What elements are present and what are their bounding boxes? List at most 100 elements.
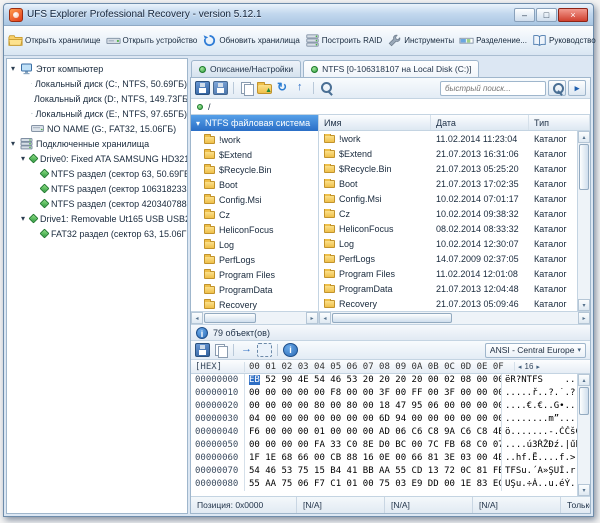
hex-bytes[interactable]: 55 AA 75 06 F7 C1 01 00 75 03 E9 DD 00 1… <box>245 478 501 491</box>
hex-bytes[interactable]: F6 00 00 00 01 00 00 00 AD 06 C6 C8 9A C… <box>245 426 501 439</box>
column-header-type[interactable]: Тип <box>529 115 590 130</box>
fs-folder-item[interactable]: Cz <box>191 207 318 222</box>
search-button[interactable] <box>548 80 566 96</box>
hex-ascii[interactable]: ........m”...... <box>501 413 577 426</box>
tree-item-disk[interactable]: Локальный диск (C:, NTFS, 50.69ГБ) <box>7 76 187 91</box>
fs-folder-item[interactable]: !work <box>191 132 318 147</box>
scroll-thumb[interactable] <box>579 144 589 190</box>
hex-ascii[interactable]: ....€.€..G•..... <box>501 400 577 413</box>
scroll-down-button[interactable]: ▾ <box>578 484 590 496</box>
table-row[interactable]: ProgramData 21.07.2013 12:04:48 Каталог <box>319 281 577 296</box>
selected-byte[interactable]: EB <box>249 375 260 385</box>
refresh-icon[interactable] <box>275 80 290 95</box>
tree-item-storages[interactable]: ▾ Подключенные хранилища <box>7 136 187 151</box>
hex-vscroll[interactable]: ▴ ▾ <box>577 374 590 496</box>
file-list-vscroll[interactable]: ▴ ▾ <box>577 131 590 311</box>
tree-item-disk[interactable]: Локальный диск (E:, NTFS, 97.65ГБ) <box>7 106 187 121</box>
hex-ascii[interactable]: UŞu.÷Á..u.éÝ...ě <box>501 478 577 491</box>
select-block-icon[interactable] <box>257 343 272 357</box>
hex-row[interactable]: 00000020 00 00 00 00 80 00 80 00 18 47 9… <box>191 400 577 413</box>
find-icon[interactable] <box>319 81 334 95</box>
fs-folder-item[interactable]: Log <box>191 237 318 252</box>
hex-copy-icon[interactable] <box>213 343 228 358</box>
fs-folder-item[interactable]: Config.Msi <box>191 192 318 207</box>
open-device-button[interactable]: Открыть устройство <box>104 31 200 50</box>
titlebar[interactable]: UFS Explorer Professional Recovery - ver… <box>4 4 593 26</box>
table-row[interactable]: $Recycle.Bin 21.07.2013 05:25:20 Каталог <box>319 161 577 176</box>
chevron-down-icon[interactable]: ▾ <box>9 139 17 148</box>
copy-icon[interactable] <box>239 81 254 96</box>
fs-folder-item[interactable]: $Recycle.Bin <box>191 162 318 177</box>
hex-row[interactable]: 00000060 1F 1E 68 66 00 CB 88 16 0E 00 6… <box>191 452 577 465</box>
tree-item-disk[interactable]: Локальный диск (D:, NTFS, 149.73ГБ) <box>7 91 187 106</box>
hex-bytes[interactable]: 00 00 00 00 80 00 80 00 18 47 95 06 00 0… <box>245 400 501 413</box>
chevron-down-icon[interactable]: ▾ <box>19 154 27 163</box>
breadcrumb[interactable]: / <box>191 99 590 115</box>
bytes-per-row-increase-button[interactable]: ▸ <box>536 363 540 371</box>
hex-row[interactable]: 00000010 00 00 00 00 00 F8 00 00 3F 00 F… <box>191 387 577 400</box>
hex-bytes[interactable]: 00 00 00 00 00 F8 00 00 3F 00 FF 00 3F 0… <box>245 387 501 400</box>
chevron-down-icon[interactable]: ▾ <box>9 64 17 73</box>
close-button[interactable]: × <box>558 7 588 22</box>
hex-ascii[interactable]: ....ú3ŔŽĐź.|űhŔ. <box>501 439 577 452</box>
tree-item-drive1[interactable]: ▾ Drive1: Removable Ut165 USB USB2Flash.… <box>7 211 187 226</box>
table-row[interactable]: PerfLogs 14.07.2009 02:37:05 Каталог <box>319 251 577 266</box>
table-row[interactable]: Boot 21.07.2013 17:02:35 Каталог <box>319 176 577 191</box>
maximize-button[interactable]: □ <box>536 7 557 22</box>
scroll-right-button[interactable]: ▸ <box>306 312 318 324</box>
fs-folder-item[interactable]: HeliconFocus <box>191 222 318 237</box>
tree-item-computer[interactable]: ▾ Этот компьютер <box>7 61 187 76</box>
hex-rows[interactable]: 00000000 EB 52 90 4E 54 46 53 20 20 20 2… <box>191 374 577 496</box>
fs-folder-item[interactable]: Boot <box>191 177 318 192</box>
advanced-search-button[interactable]: ▸ <box>568 80 586 96</box>
scroll-down-button[interactable]: ▾ <box>578 299 590 311</box>
tree-item-disk[interactable]: NO NAME (G:, FAT32, 15.06ГБ) <box>7 121 187 136</box>
fs-tree-hscroll[interactable]: ◂ ▸ <box>191 311 318 324</box>
fs-folder-item[interactable]: $Extend <box>191 147 318 162</box>
hex-row[interactable]: 00000070 54 46 53 75 15 B4 41 BB AA 55 C… <box>191 465 577 478</box>
scroll-up-button[interactable]: ▴ <box>578 131 590 143</box>
hex-row[interactable]: 00000040 F6 00 00 00 01 00 00 00 AD 06 C… <box>191 426 577 439</box>
file-list-hscroll[interactable]: ◂ ▸ <box>319 311 590 324</box>
scroll-left-button[interactable]: ◂ <box>191 312 203 324</box>
table-row[interactable]: Recovery 21.07.2013 05:09:46 Каталог <box>319 296 577 311</box>
hex-bytes[interactable]: EB 52 90 4E 54 46 53 20 20 20 20 00 02 0… <box>245 374 501 387</box>
open-storage-button[interactable]: Открыть хранилище <box>6 31 103 50</box>
hex-bytes[interactable]: 54 46 53 75 15 B4 41 BB AA 55 CD 13 72 0… <box>245 465 501 478</box>
tree-item-partition[interactable]: NTFS раздел (сектор 63, 50.69ГБ) <box>7 166 187 181</box>
hex-bytes[interactable]: 04 00 00 00 00 00 00 00 6D 94 00 00 00 0… <box>245 413 501 426</box>
table-row[interactable]: !work 11.02.2014 11:23:04 Каталог <box>319 131 577 146</box>
parent-folder-icon[interactable] <box>293 81 308 95</box>
refresh-storages-button[interactable]: Обновить хранилища <box>200 31 301 50</box>
chevron-down-icon[interactable]: ▾ <box>19 214 27 223</box>
chevron-down-icon[interactable]: ▾ <box>194 119 202 128</box>
scroll-up-button[interactable]: ▴ <box>578 374 590 386</box>
fs-folder-item[interactable]: PerfLogs <box>191 252 318 267</box>
build-raid-button[interactable]: Построить RAID <box>303 31 384 50</box>
scroll-left-button[interactable]: ◂ <box>319 312 331 324</box>
fs-root-node[interactable]: ▾ NTFS файловая система <box>191 115 318 131</box>
save-icon[interactable] <box>195 81 210 95</box>
hex-row[interactable]: 00000080 55 AA 75 06 F7 C1 01 00 75 03 E… <box>191 478 577 491</box>
table-row[interactable]: Cz 10.02.2014 09:38:32 Каталог <box>319 206 577 221</box>
table-row[interactable]: Log 10.02.2014 12:30:07 Каталог <box>319 236 577 251</box>
tree-item-drive0[interactable]: ▾ Drive0: Fixed ATA SAMSUNG HD321KJ <box>7 151 187 166</box>
tree-item-partition[interactable]: FAT32 раздел (сектор 63, 15.06ГБ) <box>7 226 187 241</box>
tab-ntfs-partition[interactable]: NTFS [0-106318107 на Local Disk (C:)] <box>303 60 480 77</box>
hex-info-icon[interactable] <box>283 343 298 357</box>
hex-row[interactable]: 00000030 04 00 00 00 00 00 00 00 6D 94 0… <box>191 413 577 426</box>
hex-row[interactable]: 00000000 EB 52 90 4E 54 46 53 20 20 20 2… <box>191 374 577 387</box>
column-header-name[interactable]: Имя <box>319 115 431 130</box>
hex-row[interactable]: 00000050 00 00 00 00 FA 33 C0 8E D0 BC 0… <box>191 439 577 452</box>
hex-ascii[interactable]: ëR?NTFS ..... <box>501 374 577 387</box>
minimize-button[interactable]: – <box>514 7 535 22</box>
tree-item-partition[interactable]: NTFS раздел (сектор 106318233, 149... <box>7 181 187 196</box>
fs-folder-item[interactable]: Recovery <box>191 297 318 311</box>
hex-save-icon[interactable] <box>195 343 210 357</box>
scroll-thumb[interactable] <box>204 313 256 323</box>
scroll-thumb[interactable] <box>579 387 589 415</box>
table-row[interactable]: Program Files 11.02.2014 12:01:08 Катало… <box>319 266 577 281</box>
goto-offset-icon[interactable] <box>239 343 254 357</box>
fs-folder-item[interactable]: Program Files <box>191 267 318 282</box>
bytes-per-row-decrease-button[interactable]: ◂ <box>518 363 522 371</box>
